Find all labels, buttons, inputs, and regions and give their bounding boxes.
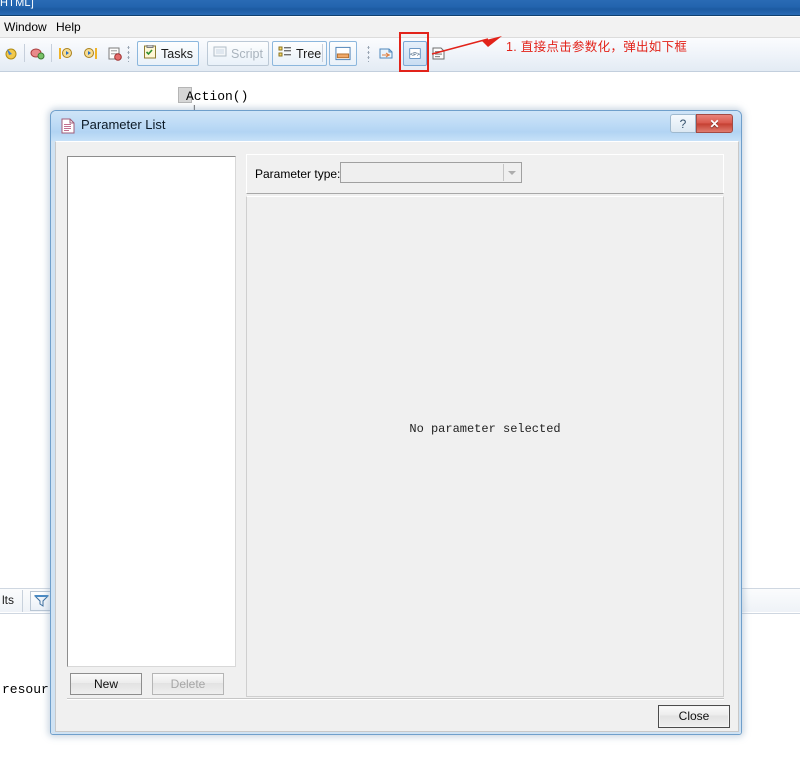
menu-item-window-label: Window [4,20,47,34]
step-over-icon[interactable] [82,41,99,65]
step-into-icon[interactable] [58,41,75,65]
toolbar-button-tasks-label: Tasks [161,46,193,61]
script-icon [213,45,227,62]
toolbar-button-tree[interactable]: Tree [272,41,328,66]
editor-footer-code: resour [2,682,49,697]
toolbar-grip [127,45,130,62]
new-button[interactable]: New [70,673,142,695]
parameter-list-dialog: Parameter List ? ✕ New Delete Parameter … [50,110,742,735]
tree-icon [278,45,292,62]
filter-icon[interactable] [30,591,51,611]
toolbar-button-tree-label: Tree [296,46,322,61]
close-button[interactable]: Close [658,705,730,728]
editor-code-line: Action() [186,89,249,104]
parameter-type-select[interactable] [340,162,522,183]
parameter-listbox[interactable] [67,156,236,667]
parameter-list-icon [61,118,75,134]
dialog-body: New Delete Parameter type: No parameter … [55,141,739,732]
debug-icon[interactable] [29,41,46,65]
parameter-type-label: Parameter type: [255,167,341,181]
parameterize-highlight-box [399,32,429,72]
empty-state-message: No parameter selected [409,422,561,436]
chevron-down-icon[interactable] [503,164,520,181]
toolbar-separator [322,44,323,62]
toolbar-grip [367,45,370,62]
menu-item-help[interactable]: Help [52,19,85,35]
annotation-arrow-icon [431,36,502,55]
toolbar-button-tasks[interactable]: Tasks [137,41,199,66]
toolbar-button-script[interactable]: Script [207,41,269,66]
screen-root: HTML] Window Help Tasks Script Tree <P> … [0,0,800,758]
application-titlebar: HTML] [0,0,800,16]
dialog-footer-divider [67,698,724,700]
toolbar-button-script-label: Script [231,46,263,61]
run-icon[interactable] [4,41,21,65]
dialog-titlebar[interactable]: Parameter List ? ✕ [51,111,741,141]
delete-button[interactable]: Delete [152,673,224,695]
menu-item-window[interactable]: Window [0,19,51,35]
data-table-icon[interactable] [378,41,396,65]
record-icon[interactable] [106,41,123,65]
dialog-help-button[interactable]: ? [670,114,696,133]
toolbar-separator [24,44,25,62]
split-view-icon[interactable] [329,41,357,66]
parameter-type-row: Parameter type: [246,154,724,194]
dialog-title: Parameter List [81,117,166,132]
application-title: HTML] [0,0,34,9]
menu-item-help-label: Help [56,20,81,34]
tasks-icon [143,44,157,62]
annotation-text: 1. 直接点击参数化，弹出如下框 [506,40,688,54]
dialog-close-icon[interactable]: ✕ [696,114,733,133]
tab-divider [22,590,23,612]
parameter-detail-panel: No parameter selected [246,196,724,697]
results-tab-label[interactable]: lts [2,593,14,607]
toolbar-separator [51,44,52,62]
